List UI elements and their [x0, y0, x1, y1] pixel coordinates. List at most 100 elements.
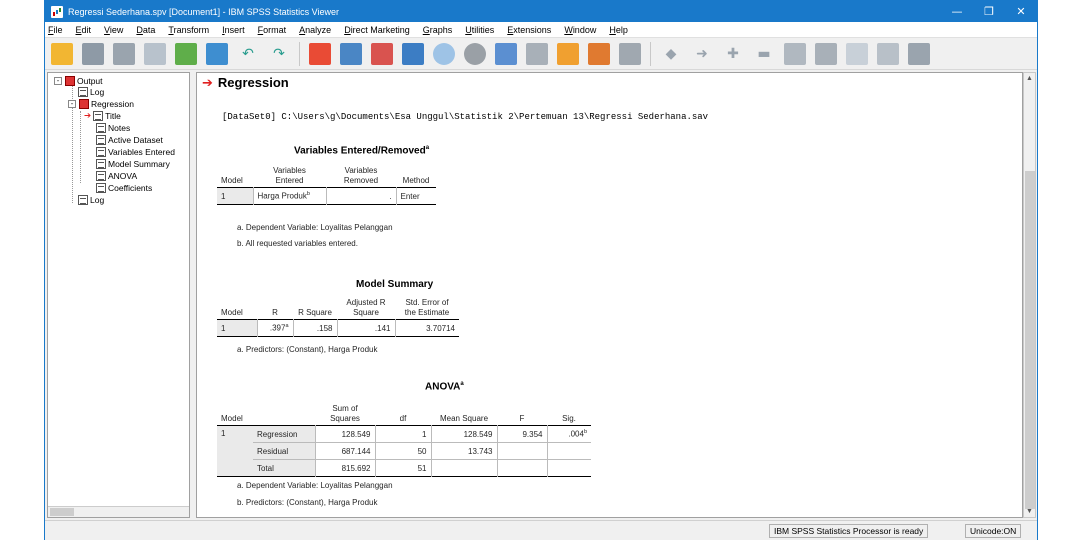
menu-window[interactable]: Window	[564, 25, 596, 35]
tree-item-model-summary[interactable]: Model Summary	[96, 158, 170, 170]
anova-icon	[96, 171, 106, 181]
value-labels-icon[interactable]	[557, 42, 579, 65]
table-row: 1 Harga Produkb . Enter	[217, 187, 436, 205]
tree-item-log[interactable]: Log	[78, 86, 104, 98]
open-icon[interactable]	[51, 42, 73, 65]
goto-case-icon[interactable]	[340, 42, 362, 65]
output-pane[interactable]: ➔ Regression [DataSet0] C:\Users\g\Docume…	[196, 72, 1023, 518]
close-button[interactable]: ✕	[1005, 1, 1037, 22]
insert-title-icon[interactable]	[846, 42, 868, 65]
tree-item-log-2[interactable]: Log	[78, 194, 104, 206]
menu-utilities[interactable]: Utilities	[465, 25, 494, 35]
menu-view[interactable]: View	[104, 25, 123, 35]
show-icon[interactable]: ✚	[722, 43, 744, 65]
footnote: b. All requested variables entered.	[237, 239, 358, 248]
menu-analyze[interactable]: Analyze	[299, 25, 331, 35]
coefficients-icon	[96, 183, 106, 193]
expand-icon[interactable]: ◆	[660, 43, 682, 65]
menu-transform[interactable]: Transform	[168, 25, 209, 35]
variables-icon[interactable]	[402, 42, 424, 65]
recall-dialog-icon[interactable]	[206, 42, 228, 65]
save-icon[interactable]	[82, 42, 104, 65]
redo-icon[interactable]: ↷	[268, 43, 290, 65]
promote-icon[interactable]	[619, 42, 641, 65]
window-title: Regressi Sederhana.spv [Document1] - IBM…	[68, 6, 339, 17]
anova-title: ANOVAa	[425, 381, 464, 393]
select-cases-icon[interactable]	[526, 42, 548, 65]
output-vscroll[interactable]: ▲ ▼	[1023, 72, 1036, 518]
undo-icon[interactable]: ↶	[237, 43, 259, 65]
menu-extensions[interactable]: Extensions	[507, 25, 551, 35]
insert-object-icon[interactable]	[908, 42, 930, 65]
processor-status: IBM SPSS Statistics Processor is ready	[769, 524, 929, 538]
col-variables-removed: Variables Removed	[343, 166, 379, 185]
menu-file[interactable]: File	[48, 25, 63, 35]
menu-direct-marketing[interactable]: Direct Marketing	[344, 25, 410, 35]
spss-app-icon	[51, 5, 63, 18]
tree-item-regression[interactable]: - Regression	[68, 98, 134, 110]
col-model: Model	[221, 176, 243, 185]
model-summary-icon	[96, 159, 106, 169]
scroll-thumb[interactable]	[1025, 171, 1035, 509]
table-row: Residual 687.144 50 13.743	[217, 442, 591, 460]
footnote: a. Dependent Variable: Loyalitas Pelangg…	[237, 223, 393, 232]
output-book-icon	[65, 76, 75, 86]
collapse-toggle[interactable]: -	[54, 77, 62, 85]
log-icon	[78, 195, 88, 205]
goto-variable-icon[interactable]	[371, 42, 393, 65]
scroll-down-icon[interactable]: ▼	[1024, 506, 1035, 517]
scroll-up-icon[interactable]: ▲	[1024, 73, 1035, 84]
menu-help[interactable]: Help	[609, 25, 628, 35]
col-variables-entered: Variables Entered	[273, 166, 306, 185]
outline-hscroll[interactable]	[48, 506, 189, 517]
table-row: 1 .397a .158 .141 3.70714	[217, 319, 459, 337]
hide-icon[interactable]: ▬	[753, 43, 775, 65]
spss-viewer-window: Regressi Sederhana.spv [Document1] - IBM…	[44, 0, 1038, 540]
run-descriptives-icon[interactable]	[433, 42, 455, 65]
menu-graphs[interactable]: Graphs	[423, 25, 453, 35]
viewer-main: - Output Log - Regression ➔ Title Notes	[45, 72, 1037, 520]
demote-icon[interactable]	[784, 42, 806, 65]
insert-text-icon[interactable]	[877, 42, 899, 65]
collapse-icon[interactable]: ➜	[691, 43, 713, 65]
menu-insert[interactable]: Insert	[222, 25, 245, 35]
outline-pane[interactable]: - Output Log - Regression ➔ Title Notes	[47, 72, 190, 518]
use-variable-sets-icon[interactable]	[464, 42, 486, 65]
collapse-toggle[interactable]: -	[68, 100, 76, 108]
tree-item-active-dataset[interactable]: Active Dataset	[96, 134, 163, 146]
status-bar: IBM SPSS Statistics Processor is ready U…	[45, 520, 1037, 540]
minimize-button[interactable]: —	[941, 1, 973, 22]
tree-item-notes[interactable]: Notes	[96, 122, 130, 134]
current-item-arrow-icon: ➔	[84, 111, 92, 121]
model-summary-table[interactable]: Model R R Square Adjusted R Square Std. E…	[217, 297, 459, 337]
notes-icon	[96, 123, 106, 133]
print-icon[interactable]	[113, 42, 135, 65]
menu-edit[interactable]: Edit	[76, 25, 92, 35]
restore-button[interactable]: ❐	[973, 1, 1005, 22]
variables-entered-icon	[96, 147, 106, 157]
goto-data-icon[interactable]	[309, 42, 331, 65]
footnote: a. Dependent Variable: Loyalitas Pelangg…	[237, 481, 393, 490]
tree-item-anova[interactable]: ANOVA	[96, 170, 137, 182]
designate-window-icon[interactable]	[588, 42, 610, 65]
insert-heading-icon[interactable]	[815, 42, 837, 65]
unicode-status: Unicode:ON	[965, 524, 1022, 538]
col-method: Method	[402, 176, 430, 185]
print-preview-icon[interactable]	[144, 42, 166, 65]
footnote: b. Predictors: (Constant), Harga Produk	[237, 498, 378, 507]
table-row: Total 815.692 51	[217, 459, 591, 477]
menu-data[interactable]: Data	[136, 25, 155, 35]
table-row: 1 Regression 128.549 1 128.549 9.354 .00…	[217, 425, 591, 477]
toolbar-separator	[299, 41, 300, 66]
menu-format[interactable]: Format	[258, 25, 287, 35]
variables-entered-table[interactable]: Model Variables Entered Variables Removed …	[217, 165, 436, 205]
toolbar: ↶ ↷ ◆ ➜ ✚ ▬	[45, 38, 1037, 70]
title-bar[interactable]: Regressi Sederhana.spv [Document1] - IBM…	[45, 1, 1037, 22]
show-all-variables-icon[interactable]	[495, 42, 517, 65]
tree-item-title[interactable]: ➔ Title	[84, 110, 121, 122]
export-icon[interactable]	[175, 42, 197, 65]
tree-item-coefficients[interactable]: Coefficients	[96, 182, 152, 194]
tree-item-variables-entered[interactable]: Variables Entered	[96, 146, 175, 158]
active-dataset-icon	[96, 135, 106, 145]
anova-table[interactable]: Model Sum of Squares df Mean Square F Sig…	[217, 403, 591, 477]
